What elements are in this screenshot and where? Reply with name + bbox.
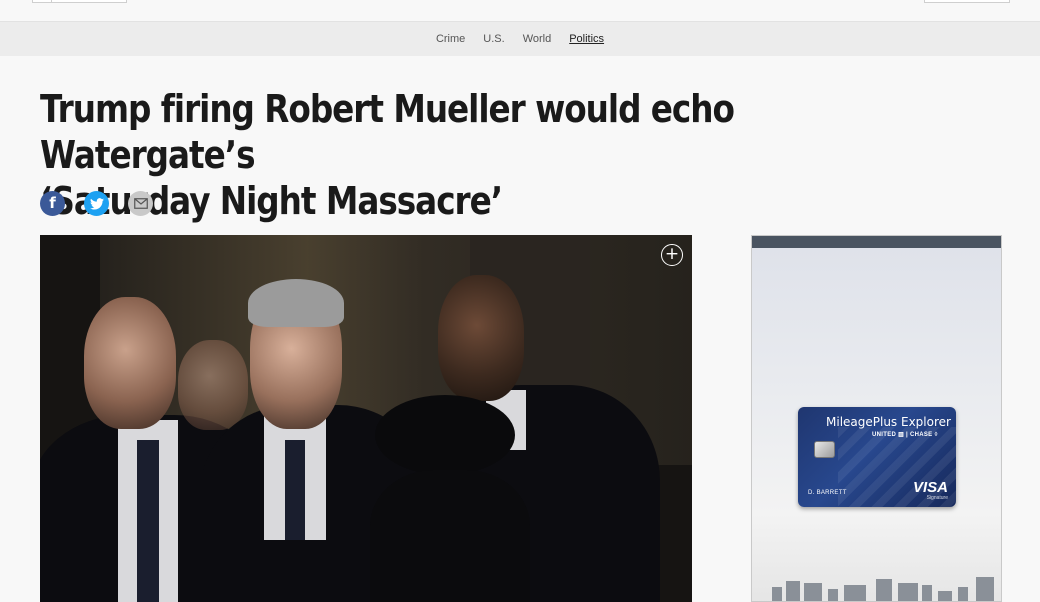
figure-center-tie bbox=[285, 440, 305, 540]
card-brands: UNITED ▥ | CHASE ◊ bbox=[872, 432, 938, 438]
chip-icon bbox=[814, 441, 835, 458]
figure-back-face bbox=[178, 340, 248, 430]
divider bbox=[51, 0, 52, 3]
twitter-share-button[interactable] bbox=[84, 191, 109, 216]
figure-center-hair bbox=[248, 279, 344, 327]
figure-left-tie bbox=[137, 440, 159, 602]
building bbox=[976, 577, 994, 601]
email-share-button[interactable] bbox=[128, 191, 153, 216]
nav-item-us[interactable]: U.S. bbox=[483, 33, 504, 45]
officer-body bbox=[370, 470, 530, 602]
expand-image-button[interactable]: + bbox=[661, 244, 683, 266]
section-nav: Crime U.S. World Politics bbox=[0, 22, 1040, 56]
header-action-button[interactable] bbox=[924, 0, 1010, 3]
top-header bbox=[0, 0, 1040, 22]
advertisement[interactable]: MileagePlus Explorer UNITED ▥ | CHASE ◊ … bbox=[751, 235, 1002, 602]
city-skyline bbox=[752, 576, 1001, 601]
building bbox=[844, 585, 866, 601]
figure-right-face bbox=[438, 275, 524, 401]
headline-line-2: ‘Saturday Night Massacre’ bbox=[40, 179, 503, 223]
headline-line-1: Trump firing Robert Mueller would echo W… bbox=[40, 87, 735, 177]
ad-header-bar bbox=[752, 236, 1001, 248]
building bbox=[804, 583, 822, 601]
article-headline: Trump firing Robert Mueller would echo W… bbox=[40, 86, 814, 224]
building bbox=[958, 587, 968, 601]
card-title: MileagePlus Explorer bbox=[826, 415, 951, 429]
visa-logo: VISA bbox=[912, 479, 948, 496]
facebook-share-button[interactable]: f bbox=[40, 191, 65, 216]
building bbox=[828, 589, 838, 601]
building bbox=[922, 585, 932, 601]
building bbox=[786, 581, 800, 601]
hero-photo[interactable]: + bbox=[40, 235, 692, 602]
visa-signature: Signature bbox=[926, 495, 948, 501]
menu-search-group[interactable] bbox=[32, 0, 127, 3]
cardholder-name: D. BARRETT bbox=[808, 490, 847, 496]
nav-item-politics[interactable]: Politics bbox=[569, 33, 604, 45]
credit-card-image[interactable]: MileagePlus Explorer UNITED ▥ | CHASE ◊ … bbox=[798, 407, 956, 507]
twitter-icon bbox=[89, 197, 104, 210]
nav-item-world[interactable]: World bbox=[523, 33, 552, 45]
nav-item-crime[interactable]: Crime bbox=[436, 33, 465, 45]
officer-cap bbox=[375, 395, 515, 475]
facebook-icon: f bbox=[49, 194, 56, 212]
building bbox=[772, 587, 782, 601]
figure-left-face bbox=[84, 297, 176, 429]
building bbox=[938, 591, 952, 601]
building bbox=[876, 579, 892, 601]
envelope-icon bbox=[133, 198, 148, 209]
building bbox=[898, 583, 918, 601]
